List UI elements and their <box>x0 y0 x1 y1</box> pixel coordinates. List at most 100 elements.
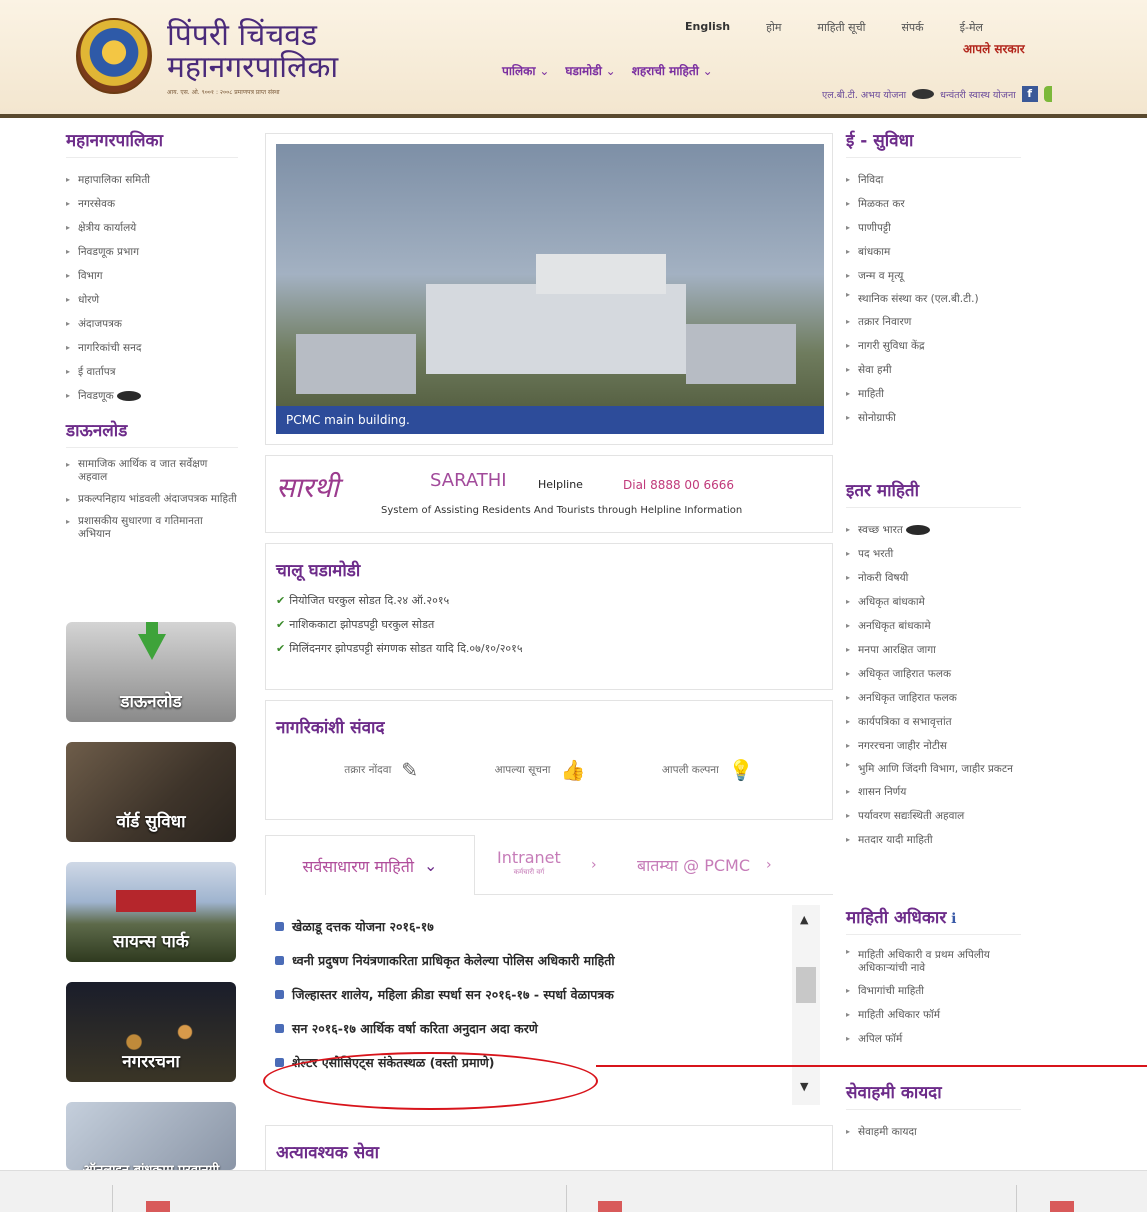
town-planning-tile[interactable]: नगररचना <box>66 982 236 1082</box>
suggestion-link[interactable]: आपल्या सूचना 👍 <box>495 758 586 782</box>
menu-item[interactable]: अंदाजपत्रक <box>66 312 238 336</box>
menu-item[interactable]: नागरी सुविधा केंद्र <box>846 334 1021 358</box>
footer-icon[interactable] <box>1050 1201 1074 1212</box>
menu-item[interactable]: महापालिका समिती <box>66 168 238 192</box>
menu-item[interactable]: स्वच्छ भारत <box>846 518 1021 542</box>
top-link-english[interactable]: English <box>685 20 730 35</box>
menu-item[interactable]: नगररचना जाहीर नोटीस <box>846 734 1021 758</box>
download-arrow-stem <box>146 622 158 636</box>
menu-item[interactable]: विभाग <box>66 264 238 288</box>
menu-item[interactable]: नोकरी विषयी <box>846 566 1021 590</box>
ward-facility-tile[interactable]: वॉर्ड सुविधा <box>66 742 236 842</box>
news-item[interactable]: ध्वनी प्रदुषण नियंत्रणाकरिता प्राधिकृत क… <box>275 944 785 978</box>
tab-general-info[interactable]: सर्वसाधारण माहिती ⌄ <box>265 835 475 895</box>
pcmc-seal-logo[interactable] <box>76 18 152 94</box>
menu-item[interactable]: प्रशासकीय सुधारणा व गतिमानता अभियान <box>66 515 238 541</box>
top-link-contact[interactable]: संपर्क <box>901 20 923 35</box>
current-event-item[interactable]: ✔ नियोजित घरकुल सोडत दि.२४ ऑ.२०१५ <box>276 589 822 613</box>
scroll-up-icon[interactable]: ▲ <box>800 913 808 926</box>
menu-item[interactable]: तक्रार निवारण <box>846 310 1021 334</box>
nav-palika[interactable]: पालिका <box>502 62 549 79</box>
facebook-icon[interactable]: f <box>1021 86 1038 102</box>
menu-item[interactable]: अधिकृत जाहिरात फलक <box>846 662 1021 686</box>
menu-item-label: ई वार्तापत्र <box>78 366 116 378</box>
section-title-rti: माहिती अधिकार ℹ <box>846 905 1021 935</box>
other-info-section: इतर माहिती स्वच्छ भारत पद भरती नोकरी विष… <box>846 478 1021 852</box>
top-link-sitemap[interactable]: माहिती सूची <box>817 20 865 35</box>
menu-item[interactable]: माहिती अधिकारी व प्रथम अपिलीय अधिकाऱ्यां… <box>846 945 1021 979</box>
menu-item-label: निवडणूक प्रभाग <box>78 246 139 258</box>
scroll-down-icon[interactable]: ▼ <box>800 1080 808 1093</box>
tab-intranet[interactable]: Intranet कर्मचारी वर्ग <box>497 835 561 895</box>
menu-item[interactable]: नागरिकांची सनद <box>66 336 238 360</box>
nav-city-info[interactable]: शहराची माहिती <box>632 62 713 79</box>
news-scrollbar[interactable]: ▲ ▼ <box>792 905 820 1105</box>
menu-item[interactable]: सोनोग्राफी <box>846 406 1021 430</box>
menu-item[interactable]: निवडणूक प्रभाग <box>66 240 238 264</box>
menu-item[interactable]: नगरसेवक <box>66 192 238 216</box>
science-park-tile[interactable]: सायन्स पार्क <box>66 862 236 962</box>
menu-item-label: स्थानिक संस्था कर (एल.बी.टी.) <box>858 293 979 305</box>
android-icon[interactable] <box>1043 86 1052 102</box>
online-construction-tile[interactable]: ऑनलाइन बांधकाम परवानगी <box>66 1102 236 1170</box>
footer-icon[interactable] <box>146 1201 170 1212</box>
scroll-thumb[interactable] <box>796 967 816 1003</box>
download-tile[interactable]: डाऊनलोड <box>66 622 236 722</box>
complaint-link[interactable]: तक्रार नोंदवा ✎ <box>344 758 418 782</box>
news-item[interactable]: खेळाडू दत्तक योजना २०१६-१७ <box>275 910 785 944</box>
chevron-right-icon: › <box>591 857 597 873</box>
image-slider[interactable]: PCMC main building. <box>265 133 833 445</box>
divider <box>112 1185 113 1212</box>
tile-label: नगररचना <box>122 1052 180 1072</box>
menu-item[interactable]: मतदार यादी माहिती <box>846 828 1021 852</box>
dhanvantari-yojana-link[interactable]: धन्वंतरी स्वास्थ योजना <box>940 88 1016 101</box>
menu-item[interactable]: विभागांची माहिती <box>846 979 1021 1003</box>
footer-icon[interactable] <box>598 1201 622 1212</box>
menu-item[interactable]: धोरणे <box>66 288 238 312</box>
lbt-abhay-yojana-link[interactable]: एल.बी.टी. अभय योजना <box>822 88 906 101</box>
menu-item[interactable]: अनधिकृत जाहिरात फलक <box>846 686 1021 710</box>
complaint-label: तक्रार नोंदवा <box>344 764 392 776</box>
menu-item[interactable]: पर्यावरण सद्यःस्थिती अहवाल <box>846 804 1021 828</box>
menu-item[interactable]: कार्यपत्रिका व सभावृत्तांत <box>846 710 1021 734</box>
menu-item[interactable]: निवडणूक <box>66 384 238 408</box>
nav-ghadamodi[interactable]: घडामोडी <box>565 62 615 79</box>
menu-item[interactable]: पाणीपट्टी <box>846 216 1021 240</box>
menu-item[interactable]: जन्म व मृत्यू <box>846 264 1021 288</box>
menu-item[interactable]: माहिती <box>846 382 1021 406</box>
news-item[interactable]: जिल्हास्तर शालेय, महिला क्रीडा स्पर्धा स… <box>275 978 785 1012</box>
menu-item[interactable]: निविदा <box>846 168 1021 192</box>
site-logo-title[interactable]: पिंपरी चिंचवड महानगरपालिका <box>167 20 338 84</box>
menu-item[interactable]: क्षेत्रीय कार्यालये <box>66 216 238 240</box>
news-item[interactable]: सन २०१६-१७ आर्थिक वर्षा करिता अनुदान अदा… <box>275 1012 785 1046</box>
current-event-item[interactable]: ✔ नाशिककाटा झोपडपट्टी घरकुल सोडत <box>276 613 822 637</box>
checkmark-icon: ✔ <box>276 642 286 655</box>
tab-news[interactable]: बातम्या @ PCMC › <box>637 835 772 895</box>
menu-item[interactable]: मिळकत कर <box>846 192 1021 216</box>
menu-item[interactable]: अपिल फॉर्म <box>846 1027 1021 1051</box>
aaple-sarkar-logo[interactable]: आपले सरकार <box>963 40 1025 57</box>
menu-item[interactable]: शासन निर्णय <box>846 780 1021 804</box>
sarathi-helpline-banner[interactable]: सारथी SARATHI Helpline Dial 8888 00 6666… <box>265 455 833 533</box>
menu-item[interactable]: माहिती अधिकार फॉर्म <box>846 1003 1021 1027</box>
menu-item[interactable]: भुमि आणि जिंदगी विभाग, जाहीर प्रकटन <box>846 758 1021 780</box>
menu-item[interactable]: अनधिकृत बांधकामे <box>846 614 1021 638</box>
top-link-email[interactable]: ई-मेल <box>960 20 983 35</box>
idea-link[interactable]: आपली कल्पना 💡 <box>662 758 754 782</box>
menu-item[interactable]: पद भरती <box>846 542 1021 566</box>
top-link-home[interactable]: होम <box>766 20 781 35</box>
menu-item[interactable]: मनपा आरक्षित जागा <box>846 638 1021 662</box>
menu-item[interactable]: प्रकल्पनिहाय भांडवली अंदाजपत्रक माहिती <box>66 493 238 506</box>
edit-icon: ✎ <box>401 758 419 782</box>
menu-item[interactable]: बांधकाम <box>846 240 1021 264</box>
menu-item[interactable]: सेवा हमी <box>846 358 1021 382</box>
menu-item[interactable]: अधिकृत बांधकामे <box>846 590 1021 614</box>
menu-item-label: स्वच्छ भारत <box>858 524 903 536</box>
current-event-item[interactable]: ✔ मिलिंदनगर झोपडपट्टी संगणक सोडत यादि दि.… <box>276 637 822 661</box>
menu-item[interactable]: ई वार्तापत्र <box>66 360 238 384</box>
menu-item-label: बांधकाम <box>858 246 891 258</box>
menu-item[interactable]: सामाजिक आर्थिक व जात सर्वेक्षण अहवाल <box>66 458 238 484</box>
divider <box>1016 1185 1017 1212</box>
menu-item[interactable]: सेवाहमी कायदा <box>846 1120 1021 1144</box>
menu-item[interactable]: स्थानिक संस्था कर (एल.बी.टी.) <box>846 288 1021 310</box>
